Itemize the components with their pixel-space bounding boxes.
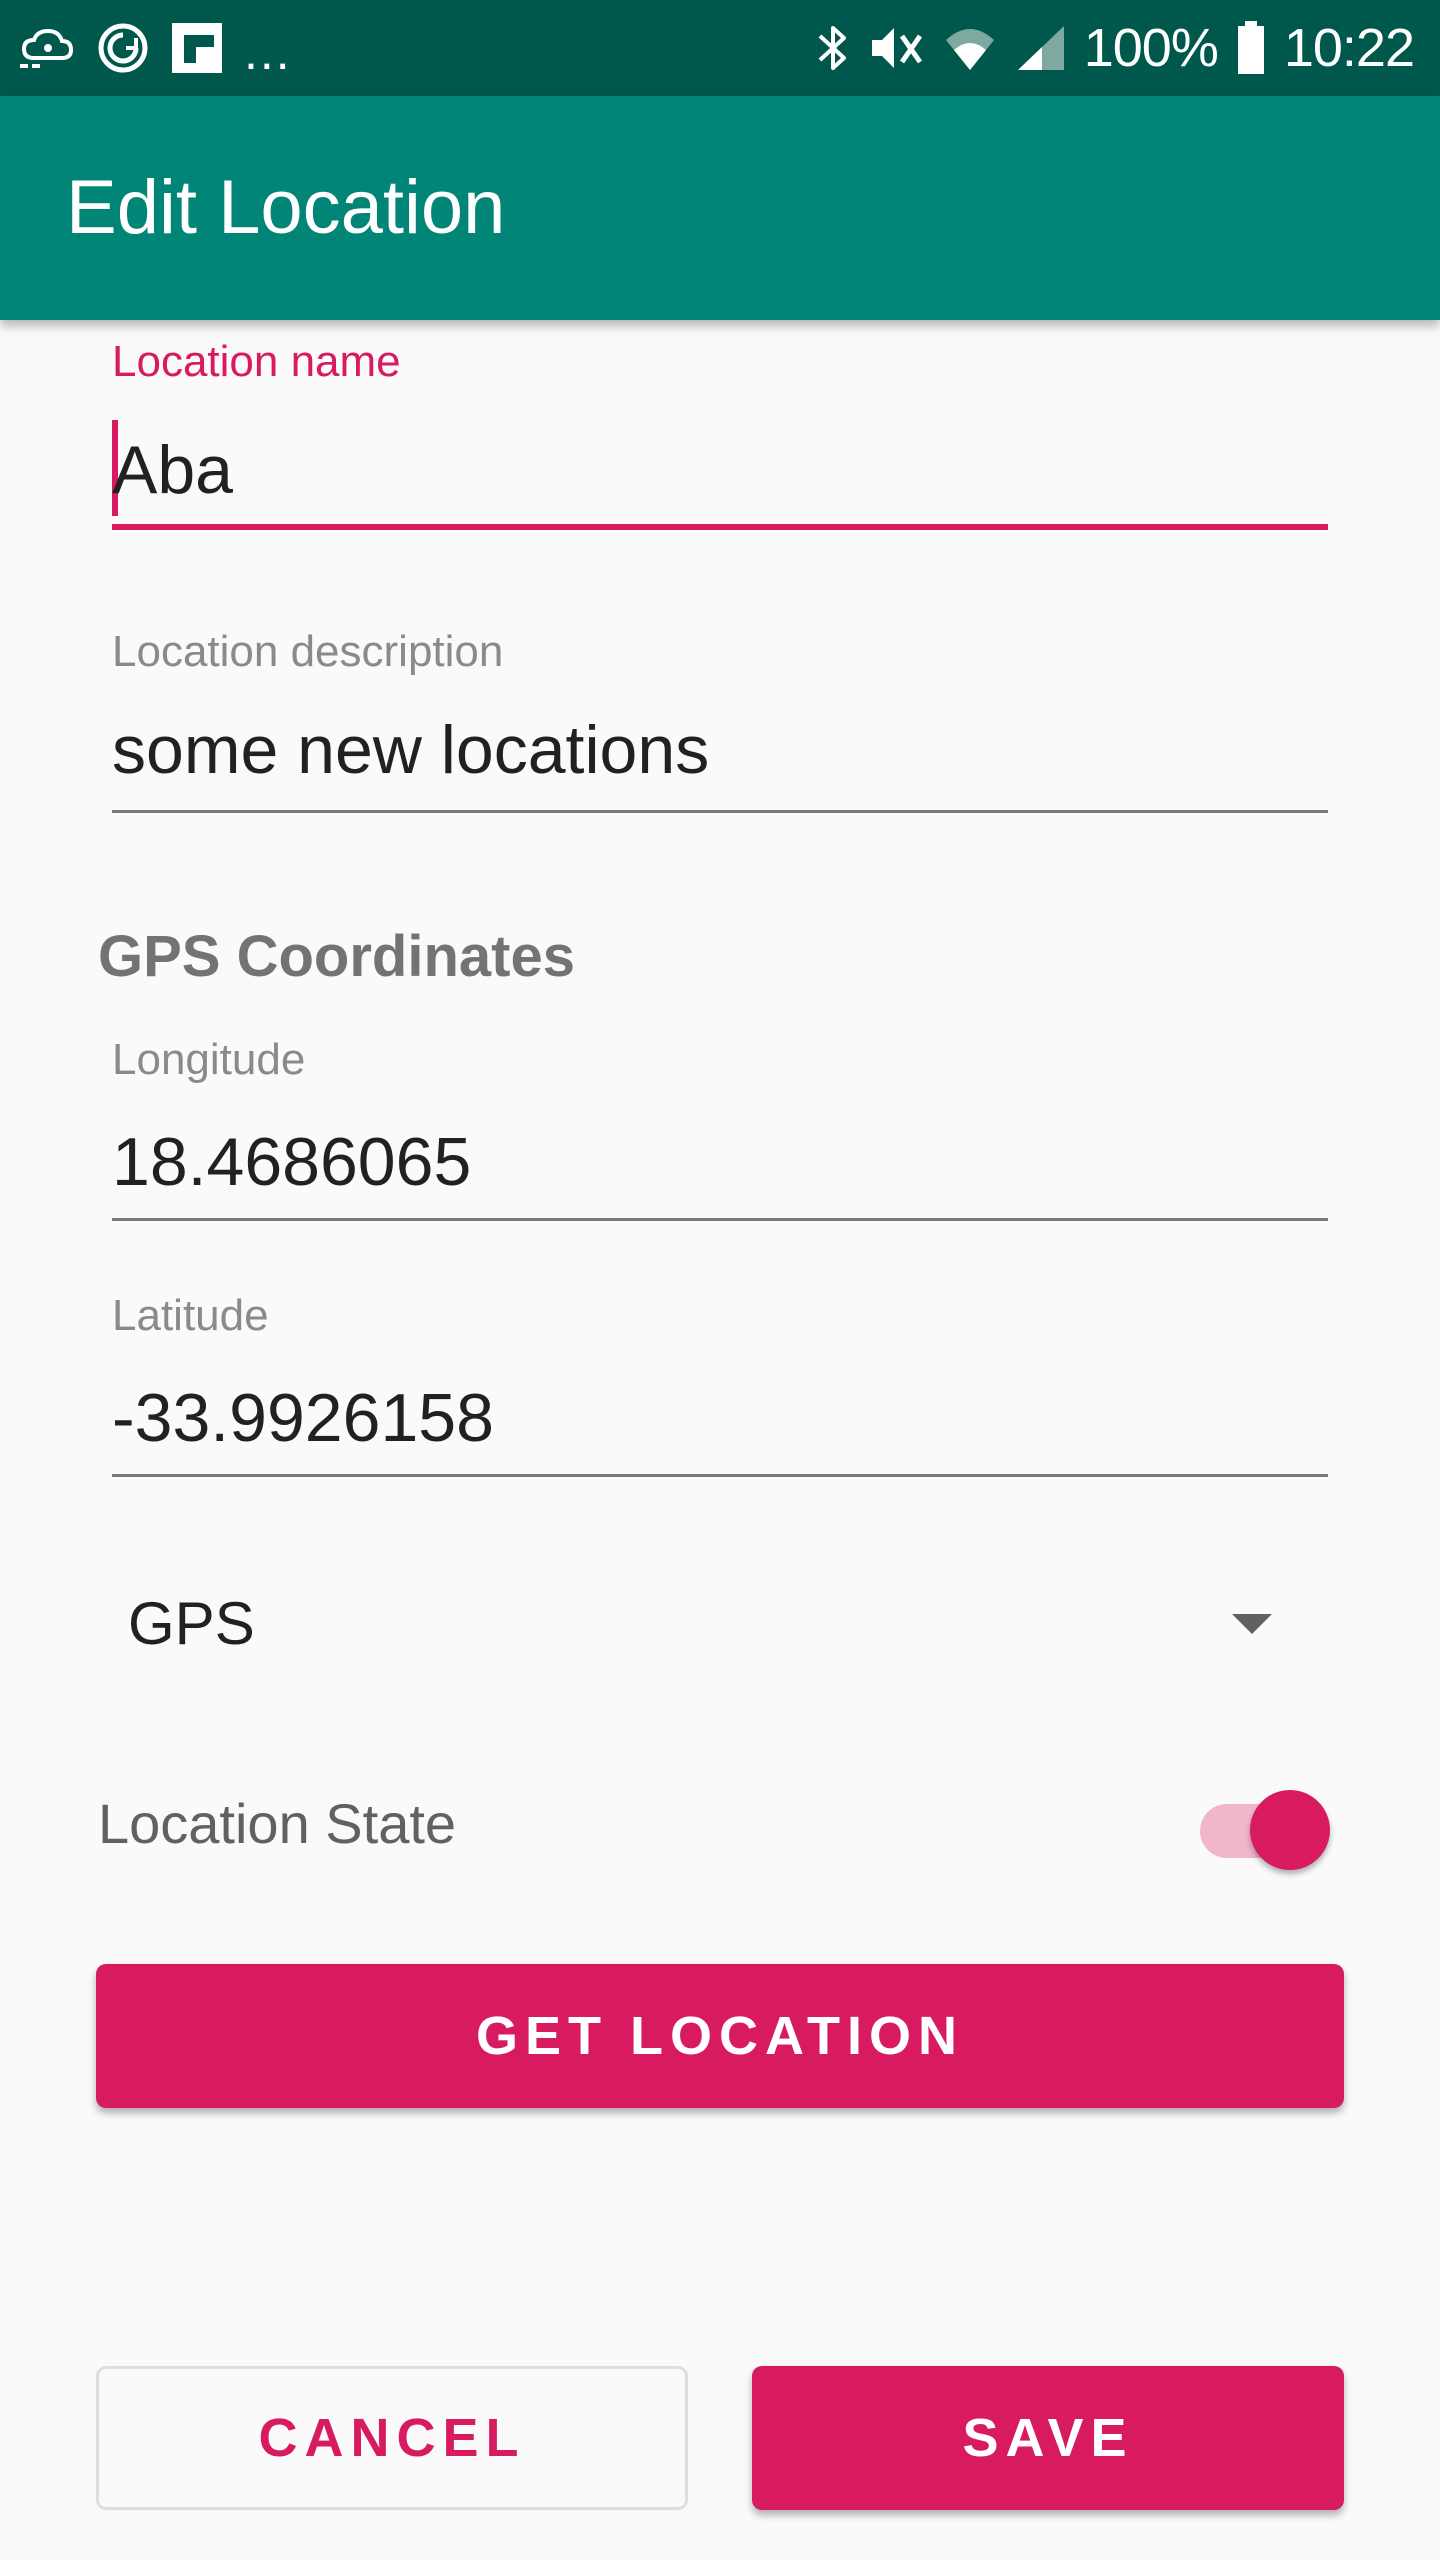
page-title: Edit Location (66, 165, 506, 250)
latitude-label: Latitude (112, 1291, 269, 1340)
battery-percentage: 100% (1083, 18, 1219, 78)
location-description-field[interactable]: Location description some new locations (112, 620, 1328, 820)
status-bar: ... 100% 10:22 (0, 0, 1440, 96)
longitude-field[interactable]: Longitude 18.4686065 (112, 1028, 1328, 1228)
location-name-input[interactable]: Aba (112, 430, 233, 510)
cancel-button[interactable]: CANCEL (96, 2366, 688, 2510)
mute-vibrate-icon (868, 22, 924, 74)
app-bar: Edit Location (0, 96, 1440, 320)
reload-app-icon (96, 21, 150, 75)
location-description-underline (112, 810, 1328, 813)
flipboard-icon (170, 21, 224, 75)
location-description-input[interactable]: some new locations (112, 710, 709, 790)
latitude-input[interactable]: -33.9926158 (112, 1378, 494, 1458)
bluetooth-icon (816, 22, 850, 74)
wifi-icon (942, 22, 998, 74)
status-left-icons: ... (18, 18, 292, 78)
battery-icon (1236, 21, 1266, 75)
latitude-field[interactable]: Latitude -33.9926158 (112, 1284, 1328, 1484)
longitude-input[interactable]: 18.4686065 (112, 1122, 471, 1202)
latitude-underline (112, 1474, 1328, 1477)
save-button[interactable]: SAVE (752, 2366, 1344, 2510)
location-state-switch[interactable] (1198, 1780, 1330, 1870)
get-location-button[interactable]: GET LOCATION (96, 1964, 1344, 2108)
location-name-field[interactable]: Location name Aba (112, 330, 1328, 540)
location-state-label: Location State (98, 1792, 457, 1855)
dropdown-arrow-icon (1230, 1612, 1274, 1641)
location-name-label: Location name (112, 337, 401, 386)
location-source-spinner[interactable]: GPS (98, 1566, 1340, 1686)
switch-thumb (1250, 1790, 1330, 1870)
cloud-sync-icon (18, 26, 76, 70)
longitude-underline (112, 1218, 1328, 1221)
longitude-label: Longitude (112, 1035, 306, 1084)
spinner-selected-value: GPS (128, 1590, 255, 1657)
location-name-underline (112, 524, 1328, 530)
status-right-icons: 100% 10:22 (816, 18, 1415, 78)
status-time: 10:22 (1283, 18, 1415, 78)
notification-overflow: ... (244, 24, 292, 80)
cell-signal-icon (1016, 22, 1066, 74)
gps-section-title: GPS Coordinates (98, 924, 575, 989)
location-description-label: Location description (112, 627, 504, 676)
